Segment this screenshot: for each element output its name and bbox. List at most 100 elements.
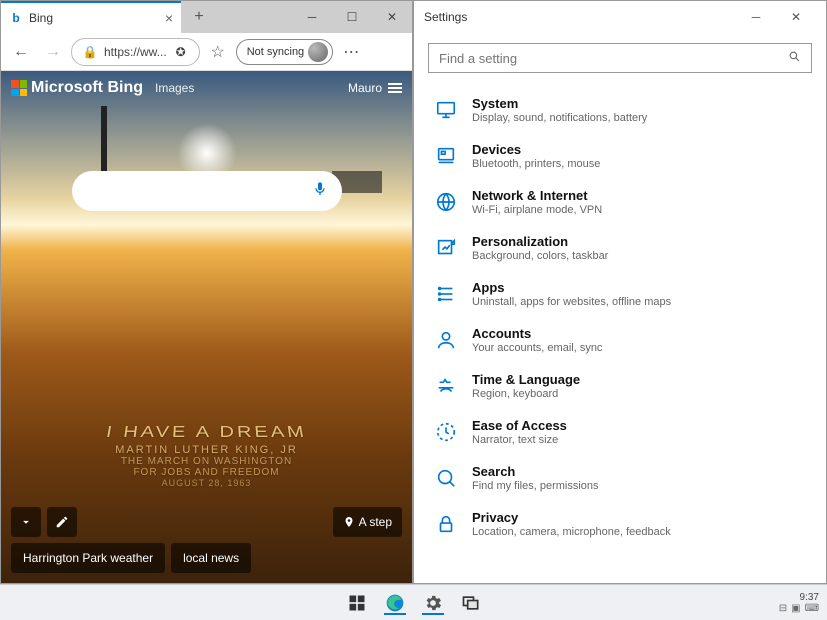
profile-sync-pill[interactable]: Not syncing xyxy=(236,39,333,65)
inscription-line-3: THE MARCH ON WASHINGTON xyxy=(1,456,412,467)
settings-item-title: Time & Language xyxy=(472,372,580,387)
profile-avatar-icon xyxy=(308,42,328,62)
edge-titlebar[interactable]: b Bing × + ─ ☐ ✕ xyxy=(1,1,412,33)
browser-tab-bing[interactable]: b Bing × xyxy=(1,1,181,33)
settings-close-button[interactable]: ✕ xyxy=(776,10,816,24)
bing-header: Microsoft Bing Images Mauro xyxy=(1,79,412,97)
window-close-button[interactable]: ✕ xyxy=(372,1,412,33)
settings-item-personalization[interactable]: PersonalizationBackground, colors, taskb… xyxy=(428,225,812,271)
settings-item-desc: Find my files, permissions xyxy=(472,480,599,492)
task-view-button[interactable] xyxy=(457,589,485,617)
bing-favicon-icon: b xyxy=(9,11,23,25)
sync-label: Not syncing xyxy=(247,46,304,58)
settings-item-time-language[interactable]: Time & LanguageRegion, keyboard xyxy=(428,363,812,409)
accounts-icon xyxy=(434,328,458,352)
settings-item-desc: Bluetooth, printers, mouse xyxy=(472,158,600,170)
taskbar[interactable]: 9:37 ⊟ ▣ ⌨ xyxy=(0,584,827,620)
settings-item-title: Devices xyxy=(472,142,600,157)
browser-toolbar: ← → 🔒 https://ww... ✪ ☆ Not syncing ⋯ xyxy=(1,33,412,71)
personalization-icon xyxy=(434,236,458,260)
network-icon xyxy=(434,190,458,214)
settings-item-title: Accounts xyxy=(472,326,602,341)
microsoft-bing-logo[interactable]: Microsoft Bing xyxy=(11,79,143,97)
system-tray[interactable]: ⊟ ▣ ⌨ xyxy=(779,603,819,614)
settings-item-system[interactable]: SystemDisplay, sound, notifications, bat… xyxy=(428,87,812,133)
privacy-icon xyxy=(434,512,458,536)
settings-item-desc: Narrator, text size xyxy=(472,434,567,446)
new-tab-button[interactable]: + xyxy=(183,1,215,33)
taskbar-clock[interactable]: 9:37 xyxy=(779,592,819,603)
tray-icon-2[interactable]: ▣ xyxy=(791,603,800,614)
inscription-line-1: I HAVE A DREAM xyxy=(1,424,412,442)
inscription-line-2: MARTIN LUTHER KING, JR xyxy=(1,444,412,456)
settings-item-title: Ease of Access xyxy=(472,418,567,433)
settings-item-apps[interactable]: AppsUninstall, apps for websites, offlin… xyxy=(428,271,812,317)
bing-search-box[interactable] xyxy=(72,171,342,211)
settings-category-list: SystemDisplay, sound, notifications, bat… xyxy=(414,87,826,583)
start-button[interactable] xyxy=(343,589,371,617)
tab-title: Bing xyxy=(29,11,53,25)
microsoft-logo-icon xyxy=(11,80,27,96)
close-tab-icon[interactable]: × xyxy=(165,10,173,26)
lock-icon: 🔒 xyxy=(80,42,100,62)
settings-item-desc: Background, colors, taskbar xyxy=(472,250,608,262)
location-label: A step xyxy=(359,515,392,529)
forward-button[interactable]: → xyxy=(39,38,67,66)
settings-item-title: Privacy xyxy=(472,510,671,525)
settings-item-title: Apps xyxy=(472,280,671,295)
settings-item-title: Personalization xyxy=(472,234,608,249)
settings-title: Settings xyxy=(424,10,467,24)
bing-search-input[interactable] xyxy=(86,183,312,199)
settings-window: Settings ─ ✕ SystemDisplay, sound, notif… xyxy=(413,0,827,584)
search-category-icon xyxy=(434,466,458,490)
settings-item-ease-of-access[interactable]: Ease of AccessNarrator, text size xyxy=(428,409,812,455)
location-info-pill[interactable]: A step xyxy=(333,507,402,537)
taskbar-edge-icon[interactable] xyxy=(381,589,409,617)
devices-icon xyxy=(434,144,458,168)
edit-button[interactable] xyxy=(47,507,77,537)
window-minimize-button[interactable]: ─ xyxy=(292,1,332,33)
settings-item-network-internet[interactable]: Network & InternetWi-Fi, airplane mode, … xyxy=(428,179,812,225)
bing-nav-images[interactable]: Images xyxy=(155,81,194,95)
settings-item-desc: Your accounts, email, sync xyxy=(472,342,602,354)
settings-item-desc: Region, keyboard xyxy=(472,388,580,400)
microphone-icon[interactable] xyxy=(312,181,328,202)
taskbar-settings-icon[interactable] xyxy=(419,589,447,617)
more-menu-button[interactable]: ⋯ xyxy=(337,38,365,66)
settings-item-accounts[interactable]: AccountsYour accounts, email, sync xyxy=(428,317,812,363)
settings-titlebar[interactable]: Settings ─ ✕ xyxy=(414,1,826,33)
settings-search-input[interactable] xyxy=(439,51,788,66)
time-language-icon xyxy=(434,374,458,398)
memorial-inscription: I HAVE A DREAM MARTIN LUTHER KING, JR TH… xyxy=(1,421,412,488)
settings-item-search[interactable]: SearchFind my files, permissions xyxy=(428,455,812,501)
settings-item-title: Network & Internet xyxy=(472,188,602,203)
news-card-local[interactable]: local news xyxy=(171,543,251,573)
back-button[interactable]: ← xyxy=(7,38,35,66)
window-maximize-button[interactable]: ☐ xyxy=(332,1,372,33)
bing-user-name[interactable]: Mauro xyxy=(348,81,382,95)
tracking-prevention-icon[interactable]: ✪ xyxy=(171,42,191,62)
tray-icon-3[interactable]: ⌨ xyxy=(805,603,819,614)
news-card-weather[interactable]: Harrington Park weather xyxy=(11,543,165,573)
url-text: https://ww... xyxy=(104,45,167,59)
expand-info-button[interactable] xyxy=(11,507,41,537)
settings-minimize-button[interactable]: ─ xyxy=(736,10,776,24)
settings-item-desc: Location, camera, microphone, feedback xyxy=(472,526,671,538)
settings-item-desc: Display, sound, notifications, battery xyxy=(472,112,647,124)
hamburger-menu-icon[interactable] xyxy=(388,83,402,93)
settings-search-box[interactable] xyxy=(428,43,812,73)
tray-icon-1[interactable]: ⊟ xyxy=(779,603,787,614)
settings-item-desc: Uninstall, apps for websites, offline ma… xyxy=(472,296,671,308)
search-icon xyxy=(788,50,801,66)
favorites-icon[interactable]: ☆ xyxy=(204,38,232,66)
address-bar[interactable]: 🔒 https://ww... ✪ xyxy=(71,38,200,66)
settings-item-devices[interactable]: DevicesBluetooth, printers, mouse xyxy=(428,133,812,179)
inscription-line-4: FOR JOBS AND FREEDOM xyxy=(1,467,412,478)
system-icon xyxy=(434,98,458,122)
page-content-bing: Microsoft Bing Images Mauro I HAVE A DRE… xyxy=(1,71,412,583)
edge-browser-window: b Bing × + ─ ☐ ✕ ← → 🔒 https://ww... ✪ ☆… xyxy=(0,0,413,584)
settings-item-title: Search xyxy=(472,464,599,479)
settings-item-privacy[interactable]: PrivacyLocation, camera, microphone, fee… xyxy=(428,501,812,547)
settings-item-desc: Wi-Fi, airplane mode, VPN xyxy=(472,204,602,216)
apps-icon xyxy=(434,282,458,306)
